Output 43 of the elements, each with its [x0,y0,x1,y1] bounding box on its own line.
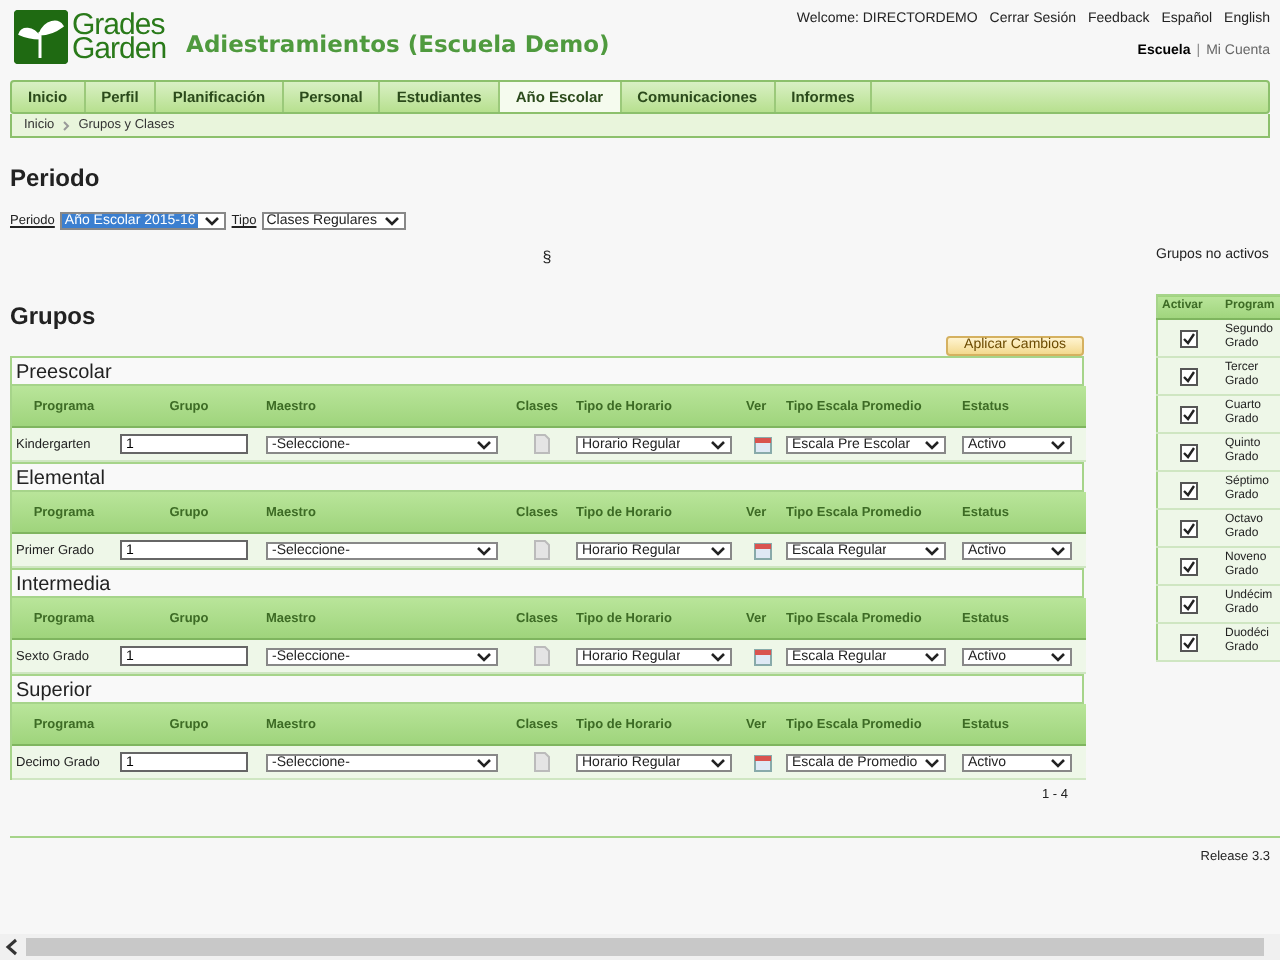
caret-icon [924,755,940,769]
group-section-title: Elemental [12,464,1082,492]
calendar-icon[interactable] [753,435,771,453]
caret-icon [924,543,940,557]
calendar-icon[interactable] [753,753,771,771]
app-title: Adiestramientos (Escuela Demo) [186,30,610,58]
group-section-title: Superior [12,676,1082,704]
checkbox[interactable] [1180,367,1199,385]
caret-icon [710,437,726,451]
checkbox[interactable] [1180,633,1199,651]
sprout-logo-icon [14,10,68,64]
checkbox[interactable] [1180,329,1199,347]
caret-icon [1050,649,1066,663]
caret-icon [1050,543,1066,557]
caret-icon [476,755,492,769]
checkbox[interactable] [1180,595,1199,613]
caret-icon [1050,437,1066,451]
caret-icon [710,543,726,557]
section-mark: § [540,248,554,266]
caret-icon [710,649,726,663]
section-heading: Periodo [10,164,102,192]
caret-icon [1050,755,1066,769]
checkbox[interactable] [1180,443,1199,461]
caret-icon [203,214,220,228]
section-heading: Grupos [10,302,96,330]
scrollbar-thumb[interactable] [26,938,1264,956]
chevron-icon [62,119,71,131]
logo-text: Grades Garden [72,13,167,61]
caret-icon [476,649,492,663]
checkbox[interactable] [1180,519,1199,537]
caret-icon [476,437,492,451]
calendar-icon[interactable] [753,541,771,559]
checkbox[interactable] [1180,557,1199,575]
caret-icon [710,755,726,769]
group-section-title: Intermedia [12,570,1082,598]
caret-icon [384,214,401,228]
checkbox[interactable] [1180,481,1199,499]
caret-icon [924,649,940,663]
caret-icon [476,543,492,557]
checkbox[interactable] [1180,405,1199,423]
calendar-icon[interactable] [753,647,771,665]
caret-icon [924,437,940,451]
group-section-title: Preescolar [12,358,1082,386]
